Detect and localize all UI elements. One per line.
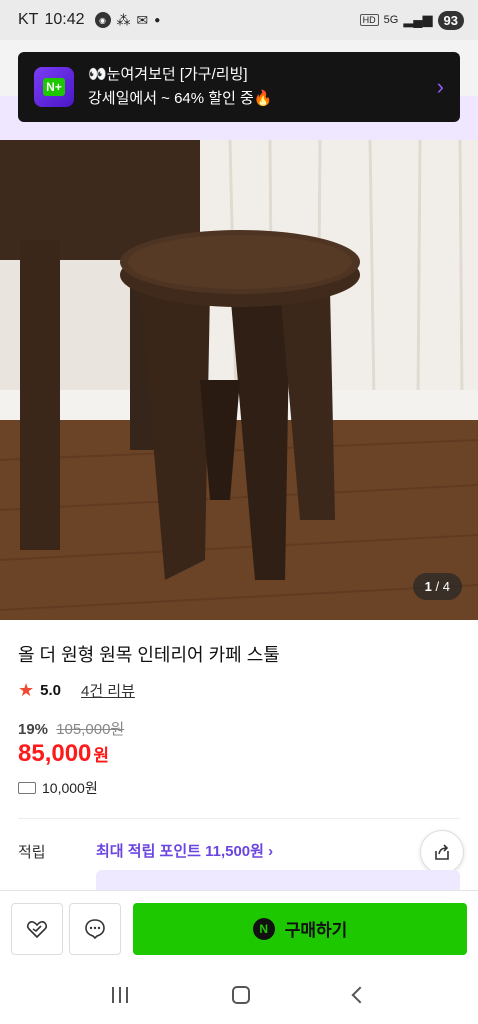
wishlist-button[interactable] [11,902,63,955]
rating-score: 5.0 [40,682,61,699]
naver-pay-icon: N [252,917,275,940]
chat-notification-icon: ✉ [136,11,149,28]
review-count-link[interactable]: 4건 리뷰 [81,680,135,701]
carrier-label: KT [18,11,39,28]
time-label: 10:42 [44,11,85,28]
shipping-row: 10,000원 [18,778,98,798]
chat-bubble-icon [85,918,105,939]
product-title: 올 더 원형 원목 인테리어 카페 스툴 [18,645,280,665]
hd-icon: HD [359,14,379,26]
battery-indicator: 93 [437,10,464,30]
truck-icon [18,782,36,794]
chevron-right-icon[interactable]: › [437,74,444,100]
star-icon: ★ [18,680,35,700]
original-price: 105,000원 [56,721,125,738]
back-button[interactable] [351,986,369,1004]
points-label: 적립 [18,844,46,861]
discount-percent: 19% [18,721,49,738]
shipping-fee: 10,000원 [42,780,98,796]
bottom-action-bar: N 구매하기 [0,890,478,966]
rating-row: ★ 5.0 4건 리뷰 [18,680,135,701]
toast-line-2: 강세일에서 ~ 64% 할인 중🔥 [88,90,273,107]
section-divider [18,818,460,819]
image-counter-current: 1 [424,579,432,594]
talk-talk-button[interactable] [69,902,121,955]
share-button[interactable] [420,830,464,874]
status-left: KT 10:42 ◉ ⁂ ✉ ● [18,11,160,29]
discount-row: 19% 105,000원 [18,718,124,739]
recent-apps-button[interactable] [112,987,128,1003]
share-icon [435,844,449,860]
product-photo [0,140,478,620]
system-nav-bar [0,966,478,1024]
qr-icon: ⁂ [116,11,131,28]
home-button[interactable] [232,986,250,1004]
product-image-carousel[interactable]: 1 / 4 [0,140,478,620]
image-counter-total: / 4 [435,579,450,594]
buy-button[interactable]: N 구매하기 [133,902,467,955]
image-counter: 1 / 4 [412,573,462,600]
max-points-link[interactable]: 최대 적립 포인트 11,500원 › [96,840,273,861]
sale-price: 85,000 원 [18,740,109,768]
status-bar: KT 10:42 ◉ ⁂ ✉ ● HD 5G ▂▄▆ 93 [0,0,478,40]
naver-plus-logo: N+ [34,67,74,107]
status-right: HD 5G ▂▄▆ 93 [359,10,464,30]
toast-line-1: 👀눈여겨보던 [가구/리빙] [88,66,248,83]
network-type: 5G [383,14,399,26]
app-notification-icon: ◉ [94,12,111,28]
more-dot-icon: ● [154,14,161,26]
sale-toast[interactable]: N+ 👀눈여겨보던 [가구/리빙] 강세일에서 ~ 64% 할인 중🔥 › [18,52,460,122]
heart-check-icon [26,920,48,938]
signal-icon: ▂▄▆ [403,12,433,27]
sale-price-unit: 원 [93,746,110,765]
toast-message: 👀눈여겨보던 [가구/리빙] 강세일에서 ~ 64% 할인 중🔥 [88,63,437,111]
sale-price-value: 85,000 [18,740,92,767]
buy-button-label: 구매하기 [284,921,348,940]
